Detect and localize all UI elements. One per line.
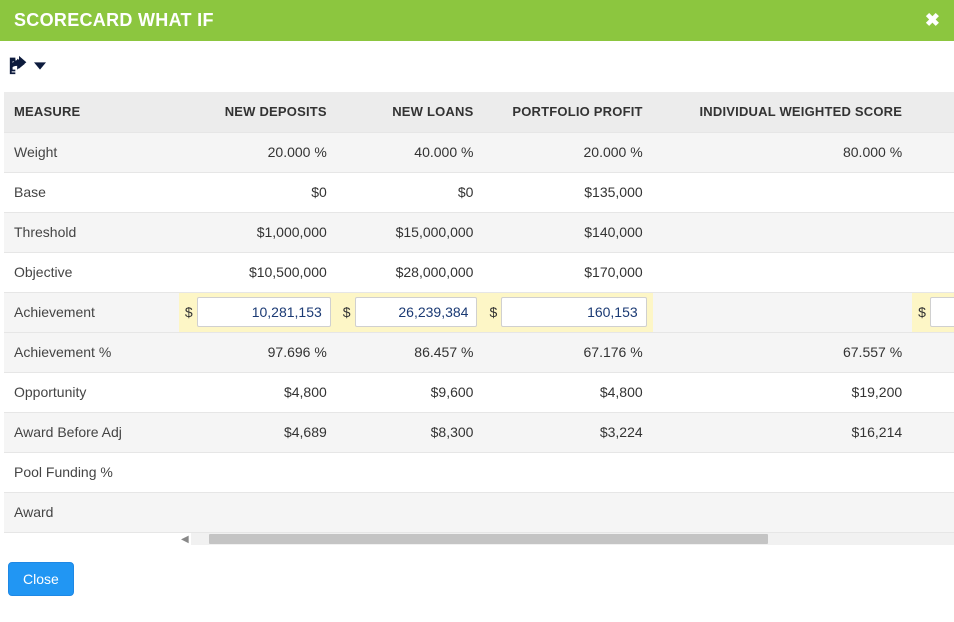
currency-prefix: $ [343,304,351,320]
achievement-portfolio-profit-input[interactable] [501,297,646,327]
row-pool-funding: Pool Funding % [4,452,954,492]
cell: $4,689 [179,412,337,452]
cell: $0 [179,172,337,212]
achievement-new-deposits-input[interactable] [197,297,331,327]
row-label: Achievement [4,292,179,332]
row-award-before-adj: Award Before Adj $4,689 $8,300 $3,224 $1… [4,412,954,452]
modal-header: SCORECARD WHAT IF ✖ [0,0,954,41]
export-icon[interactable] [8,55,30,78]
cell [912,332,954,372]
cell: $15,000,000 [337,212,484,252]
cell: 20.000 % [179,132,337,172]
row-label: Opportunity [4,372,179,412]
cell [337,492,484,532]
cell [483,452,652,492]
row-threshold: Threshold $1,000,000 $15,000,000 $140,00… [4,212,954,252]
cell [912,412,954,452]
cell [653,292,912,332]
cell: $4,800 [179,372,337,412]
cell: $170,000 [483,252,652,292]
cell [653,212,912,252]
row-label: Award Before Adj [4,412,179,452]
cell [912,452,954,492]
cell: $16,214 [653,412,912,452]
scorecard-grid: MEASURE NEW DEPOSITS NEW LOANS PORTFOLIO… [0,92,954,546]
cell: $19,200 [653,372,912,412]
cell: $135,000 [483,172,652,212]
row-weight: Weight 20.000 % 40.000 % 20.000 % 80.000… [4,132,954,172]
cell: $1,000,000 [179,212,337,252]
col-new-deposits[interactable]: NEW DEPOSITS [179,92,337,132]
row-label: Award [4,492,179,532]
row-label: Threshold [4,212,179,252]
achievement-institution-fin-input[interactable] [930,297,954,327]
cell: $10,500,000 [179,252,337,292]
row-objective: Objective $10,500,000 $28,000,000 $170,0… [4,252,954,292]
cell [653,492,912,532]
cell: $9,600 [337,372,484,412]
cell [912,212,954,252]
row-label: Weight [4,132,179,172]
cell [912,172,954,212]
cell [179,492,337,532]
cell [653,452,912,492]
currency-prefix: $ [185,304,193,320]
cell [179,452,337,492]
cell: $3,224 [483,412,652,452]
cell [337,452,484,492]
row-label: Pool Funding % [4,452,179,492]
cell [912,132,954,172]
cell: $140,000 [483,212,652,252]
cell: $8,300 [337,412,484,452]
cell: $28,000,000 [337,252,484,292]
row-opportunity: Opportunity $4,800 $9,600 $4,800 $19,200 [4,372,954,412]
row-achievement: Achievement $ $ $ [4,292,954,332]
col-individual-weighted-score[interactable]: INDIVIDUAL WEIGHTED SCORE [653,92,912,132]
col-new-loans[interactable]: NEW LOANS [337,92,484,132]
currency-prefix: $ [918,304,926,320]
cell: $4,800 [483,372,652,412]
cell: 67.176 % [483,332,652,372]
cell [483,492,652,532]
cell: 40.000 % [337,132,484,172]
cell: 67.557 % [653,332,912,372]
cell: $0 [337,172,484,212]
modal-title: SCORECARD WHAT IF [14,10,214,31]
cell: 20.000 % [483,132,652,172]
toolbar [0,41,954,92]
column-header-row: MEASURE NEW DEPOSITS NEW LOANS PORTFOLIO… [4,92,954,132]
cell [912,252,954,292]
export-dropdown-caret[interactable] [34,59,46,75]
achievement-new-loans-input[interactable] [355,297,478,327]
row-label: Achievement % [4,332,179,372]
cell: 86.457 % [337,332,484,372]
row-label: Base [4,172,179,212]
row-base: Base $0 $0 $135,000 [4,172,954,212]
row-achievement-pct: Achievement % 97.696 % 86.457 % 67.176 %… [4,332,954,372]
col-institution-fin[interactable]: INSTITUTION FIN [912,92,954,132]
cell [912,492,954,532]
cell [912,372,954,412]
cell [653,172,912,212]
scroll-thumb[interactable] [209,534,768,544]
row-label: Objective [4,252,179,292]
col-measure[interactable]: MEASURE [4,92,179,132]
row-award: Award [4,492,954,532]
modal-footer: Close [0,546,954,606]
horizontal-scrollbar-row: ◀ ▶ [4,532,954,546]
close-icon[interactable]: ✖ [925,10,940,31]
scroll-left-arrow-icon[interactable]: ◀ [179,533,191,545]
cell [653,252,912,292]
cell: 80.000 % [653,132,912,172]
cell: 97.696 % [179,332,337,372]
horizontal-scrollbar[interactable] [191,533,954,545]
currency-prefix: $ [489,304,497,320]
close-button[interactable]: Close [8,562,74,596]
col-portfolio-profit[interactable]: PORTFOLIO PROFIT [483,92,652,132]
